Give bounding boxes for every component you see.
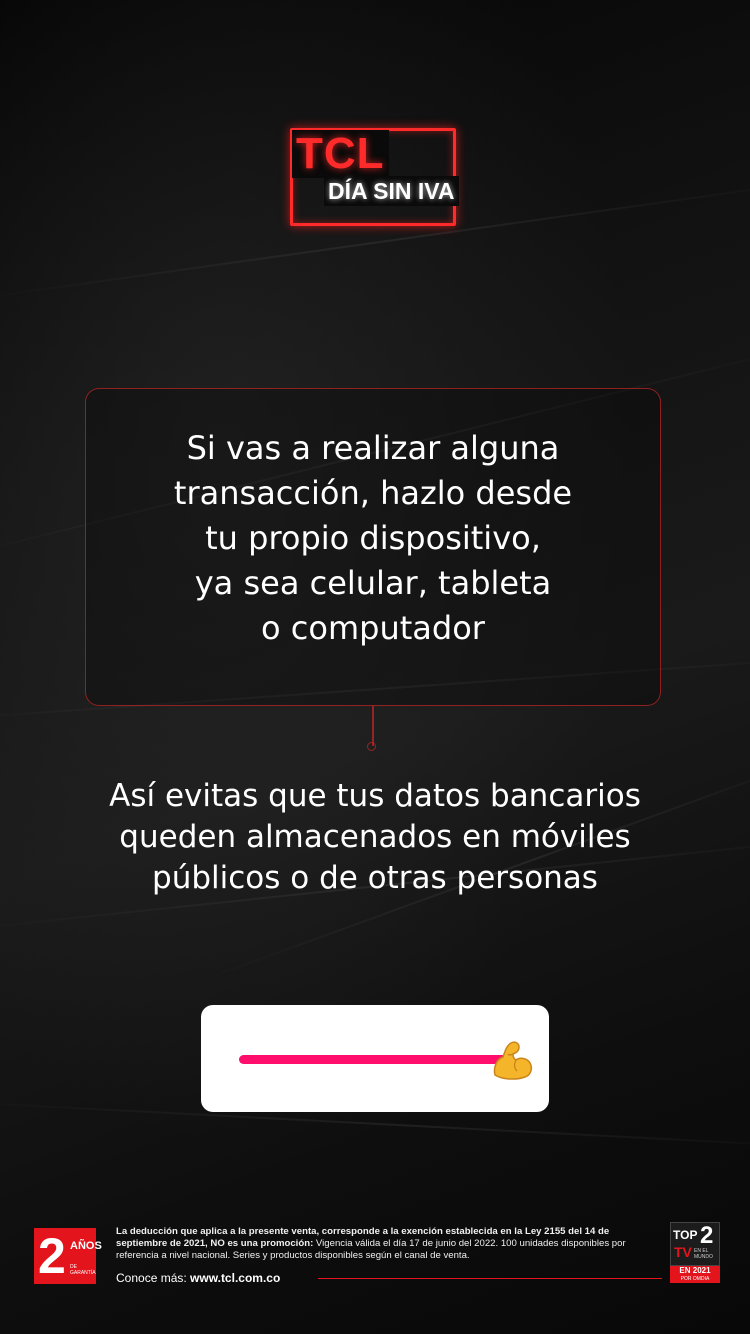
top2-top-label: TOP bbox=[673, 1228, 698, 1242]
connector-dot bbox=[367, 742, 376, 751]
top2-year: EN 2021 bbox=[670, 1266, 720, 1276]
logo-brand: TCL bbox=[292, 130, 389, 178]
emoji-slider-track[interactable] bbox=[239, 1055, 511, 1064]
warranty-label: AÑOS bbox=[70, 1240, 102, 1252]
learn-more-link[interactable]: www.tcl.com.co bbox=[190, 1271, 280, 1285]
warranty-badge: 2 AÑOS DE GARANTÍA bbox=[34, 1228, 102, 1284]
top2-tv-label: TV bbox=[674, 1244, 692, 1260]
warranty-number: 2 bbox=[38, 1228, 66, 1284]
connector-line bbox=[372, 706, 374, 746]
flexed-biceps-icon-svg bbox=[493, 1041, 533, 1080]
message-main-text: Si vas a realizar alguna transacción, ha… bbox=[173, 429, 573, 647]
learn-more-label: Conoce más: bbox=[116, 1271, 187, 1285]
emoji-slider-card[interactable] bbox=[201, 1005, 549, 1112]
learn-more: Conoce más: www.tcl.com.co bbox=[116, 1270, 280, 1286]
warranty-sublabel: DE GARANTÍA bbox=[70, 1264, 96, 1276]
message-secondary-text: Así evitas que tus datos bancarios quede… bbox=[109, 778, 641, 896]
logo-tagline: DÍA SIN IVA bbox=[324, 176, 459, 206]
legal-disclaimer: La deducción que aplica a la presente ve… bbox=[116, 1226, 661, 1262]
top2-source: POR OMDIA bbox=[670, 1276, 720, 1283]
top2-number: 2 bbox=[700, 1222, 714, 1249]
footer-divider bbox=[318, 1278, 662, 1279]
flexed-biceps-icon[interactable] bbox=[489, 1037, 535, 1083]
top2-world-label: EN EL MUNDO bbox=[694, 1248, 713, 1260]
top2-badge: TOP 2 TV EN EL MUNDO EN 2021 POR OMDIA bbox=[670, 1222, 720, 1283]
